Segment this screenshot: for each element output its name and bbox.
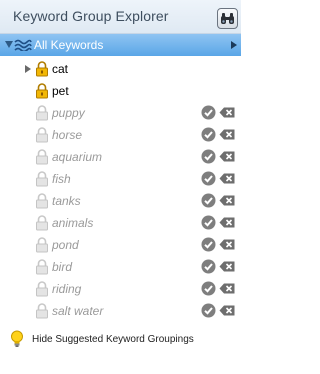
accept-check-icon[interactable] [201, 259, 216, 274]
delete-icon[interactable] [219, 173, 235, 184]
binoculars-button[interactable] [217, 8, 238, 29]
faded-lock-icon [36, 259, 48, 275]
delete-icon[interactable] [219, 261, 235, 272]
faded-lock-icon [36, 127, 48, 143]
keyword-group-pet[interactable]: pet [0, 80, 241, 102]
keyword-label: riding [52, 282, 82, 296]
keyword-label: pet [52, 84, 69, 98]
keyword-label: bird [52, 260, 73, 274]
keyword-label: horse [52, 128, 83, 142]
accept-check-icon[interactable] [201, 281, 216, 296]
suggested-keyword-row[interactable]: salt water [0, 300, 241, 322]
hide-suggestions-label: Hide Suggested Keyword Groupings [32, 334, 194, 345]
delete-icon[interactable] [219, 195, 235, 206]
faded-lock-icon [36, 105, 48, 121]
all-keywords-label: All Keywords [34, 38, 104, 52]
delete-icon[interactable] [219, 305, 235, 316]
suggested-keyword-row[interactable]: aquarium [0, 146, 241, 168]
accept-check-icon[interactable] [201, 237, 216, 252]
delete-icon[interactable] [219, 129, 235, 140]
suggested-keyword-row[interactable]: fish [0, 168, 241, 190]
faded-lock-icon [36, 193, 48, 209]
accept-check-icon[interactable] [201, 171, 216, 186]
lock-icon [36, 61, 48, 77]
panel-title: Keyword Group Explorer [13, 8, 169, 24]
accept-check-icon[interactable] [201, 127, 216, 142]
faded-lock-icon [36, 171, 48, 187]
faded-lock-icon [36, 215, 48, 231]
hide-suggestions-toggle[interactable]: Hide Suggested Keyword Groupings [0, 328, 241, 350]
waves-icon [14, 39, 32, 51]
delete-icon[interactable] [219, 151, 235, 162]
expand-triangle-icon[interactable] [25, 65, 31, 73]
faded-lock-icon [36, 237, 48, 253]
accept-check-icon[interactable] [201, 193, 216, 208]
keyword-label: puppy [52, 106, 85, 120]
delete-icon[interactable] [219, 217, 235, 228]
accept-check-icon[interactable] [201, 105, 216, 120]
accept-check-icon[interactable] [201, 303, 216, 318]
keyword-group-explorer-panel: Keyword Group Explorer All Keywords cat … [0, 0, 241, 374]
collapse-triangle-icon[interactable] [5, 41, 13, 48]
delete-icon[interactable] [219, 283, 235, 294]
suggested-keyword-row[interactable]: pond [0, 234, 241, 256]
delete-icon[interactable] [219, 107, 235, 118]
keyword-label: fish [52, 172, 71, 186]
suggested-keyword-row[interactable]: puppy [0, 102, 241, 124]
all-keywords-row[interactable]: All Keywords [0, 34, 241, 56]
suggested-keyword-row[interactable]: bird [0, 256, 241, 278]
keyword-label: cat [52, 62, 69, 76]
accept-check-icon[interactable] [201, 149, 216, 164]
more-arrow-icon[interactable] [231, 41, 237, 49]
keyword-label: tanks [52, 194, 81, 208]
suggested-keyword-row[interactable]: tanks [0, 190, 241, 212]
panel-header: Keyword Group Explorer [0, 0, 241, 34]
keyword-label: salt water [52, 304, 104, 318]
faded-lock-icon [36, 149, 48, 165]
keyword-label: pond [52, 238, 79, 252]
accept-check-icon[interactable] [201, 215, 216, 230]
suggested-keyword-row[interactable]: horse [0, 124, 241, 146]
faded-lock-icon [36, 281, 48, 297]
binoculars-icon [221, 13, 234, 24]
delete-icon[interactable] [219, 239, 235, 250]
lightbulb-icon [11, 330, 23, 347]
suggested-keyword-row[interactable]: animals [0, 212, 241, 234]
keyword-label: aquarium [52, 150, 103, 164]
suggested-keyword-row[interactable]: riding [0, 278, 241, 300]
lock-icon [36, 83, 48, 99]
keyword-label: animals [52, 216, 94, 230]
keyword-group-cat[interactable]: cat [0, 58, 241, 80]
faded-lock-icon [36, 303, 48, 319]
